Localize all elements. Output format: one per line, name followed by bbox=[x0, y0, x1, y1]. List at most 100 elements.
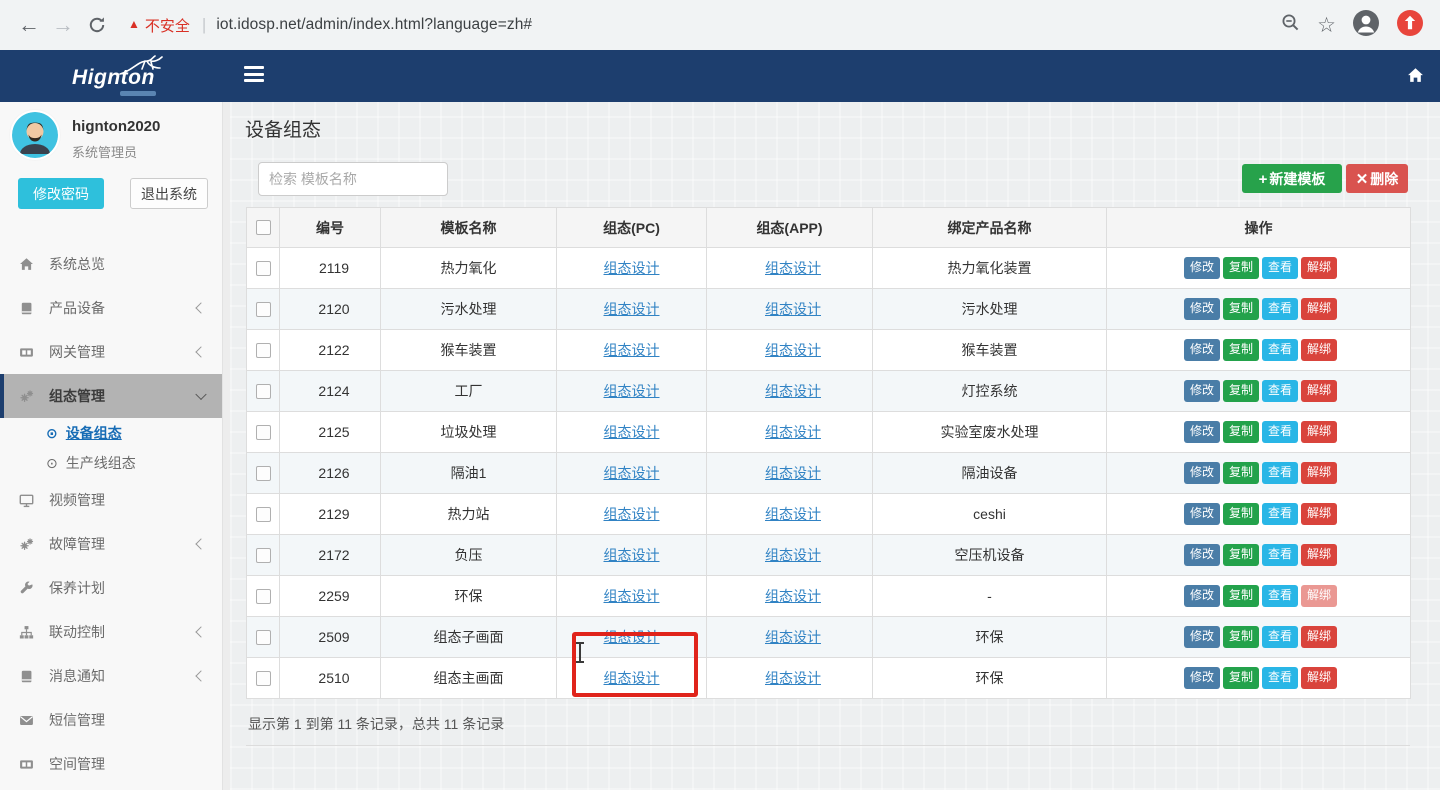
pc-config-link[interactable]: 组态设计 bbox=[604, 260, 660, 276]
pc-config-link[interactable]: 组态设计 bbox=[604, 342, 660, 358]
browser-profile-icon[interactable] bbox=[1352, 9, 1380, 42]
copy-button[interactable]: 复制 bbox=[1223, 585, 1259, 607]
copy-button[interactable]: 复制 bbox=[1223, 462, 1259, 484]
unbind-button[interactable]: 解绑 bbox=[1301, 667, 1337, 689]
delete-button[interactable]: ✕删除 bbox=[1346, 164, 1408, 193]
unbind-button[interactable]: 解绑 bbox=[1301, 503, 1337, 525]
sidebar-subitem-3-0[interactable]: ⊙设备组态 bbox=[0, 418, 222, 448]
sidebar-toggle-icon[interactable] bbox=[244, 66, 264, 86]
home-icon[interactable] bbox=[1407, 67, 1424, 89]
sidebar-item-8[interactable]: 消息通知 bbox=[0, 654, 222, 698]
copy-button[interactable]: 复制 bbox=[1223, 339, 1259, 361]
pc-config-link[interactable]: 组态设计 bbox=[604, 383, 660, 399]
app-config-link[interactable]: 组态设计 bbox=[765, 629, 821, 645]
sidebar-item-0[interactable]: 系统总览 bbox=[0, 242, 222, 286]
edit-button[interactable]: 修改 bbox=[1184, 380, 1220, 402]
security-warning[interactable]: ▲ 不安全 bbox=[128, 15, 190, 36]
app-config-link[interactable]: 组态设计 bbox=[765, 383, 821, 399]
row-checkbox[interactable] bbox=[256, 261, 271, 276]
row-checkbox[interactable] bbox=[256, 589, 271, 604]
row-checkbox[interactable] bbox=[256, 507, 271, 522]
edit-button[interactable]: 修改 bbox=[1184, 544, 1220, 566]
browser-update-icon[interactable] bbox=[1396, 9, 1424, 42]
select-all-checkbox[interactable] bbox=[256, 220, 271, 235]
copy-button[interactable]: 复制 bbox=[1223, 257, 1259, 279]
copy-button[interactable]: 复制 bbox=[1223, 667, 1259, 689]
view-button[interactable]: 查看 bbox=[1262, 339, 1298, 361]
row-checkbox[interactable] bbox=[256, 302, 271, 317]
logout-button[interactable]: 退出系统 bbox=[130, 178, 208, 209]
sidebar-subitem-3-1[interactable]: ⊙生产线组态 bbox=[0, 448, 222, 478]
row-checkbox[interactable] bbox=[256, 425, 271, 440]
sidebar-item-9[interactable]: 短信管理 bbox=[0, 698, 222, 742]
sidebar-item-4[interactable]: 视频管理 bbox=[0, 478, 222, 522]
unbind-button[interactable]: 解绑 bbox=[1301, 626, 1337, 648]
view-button[interactable]: 查看 bbox=[1262, 298, 1298, 320]
pc-config-link[interactable]: 组态设计 bbox=[604, 465, 660, 481]
view-button[interactable]: 查看 bbox=[1262, 380, 1298, 402]
sidebar-item-7[interactable]: 联动控制 bbox=[0, 610, 222, 654]
view-button[interactable]: 查看 bbox=[1262, 626, 1298, 648]
sidebar-item-3[interactable]: 组态管理 bbox=[0, 374, 222, 418]
unbind-button[interactable]: 解绑 bbox=[1301, 462, 1337, 484]
row-checkbox[interactable] bbox=[256, 343, 271, 358]
copy-button[interactable]: 复制 bbox=[1223, 298, 1259, 320]
app-config-link[interactable]: 组态设计 bbox=[765, 342, 821, 358]
edit-button[interactable]: 修改 bbox=[1184, 626, 1220, 648]
sidebar-scrollbar[interactable] bbox=[222, 102, 230, 790]
bookmark-star-icon[interactable]: ☆ bbox=[1317, 15, 1336, 36]
row-checkbox[interactable] bbox=[256, 548, 271, 563]
copy-button[interactable]: 复制 bbox=[1223, 503, 1259, 525]
sidebar-item-10[interactable]: 空间管理 bbox=[0, 742, 222, 786]
browser-forward-icon[interactable]: → bbox=[46, 12, 80, 38]
unbind-button[interactable]: 解绑 bbox=[1301, 585, 1337, 607]
app-config-link[interactable]: 组态设计 bbox=[765, 547, 821, 563]
pc-config-link[interactable]: 组态设计 bbox=[604, 301, 660, 317]
unbind-button[interactable]: 解绑 bbox=[1301, 544, 1337, 566]
edit-button[interactable]: 修改 bbox=[1184, 503, 1220, 525]
view-button[interactable]: 查看 bbox=[1262, 585, 1298, 607]
app-config-link[interactable]: 组态设计 bbox=[765, 588, 821, 604]
unbind-button[interactable]: 解绑 bbox=[1301, 421, 1337, 443]
view-button[interactable]: 查看 bbox=[1262, 462, 1298, 484]
unbind-button[interactable]: 解绑 bbox=[1301, 339, 1337, 361]
pc-config-link[interactable]: 组态设计 bbox=[604, 547, 660, 563]
edit-button[interactable]: 修改 bbox=[1184, 585, 1220, 607]
app-config-link[interactable]: 组态设计 bbox=[765, 301, 821, 317]
pc-config-link[interactable]: 组态设计 bbox=[604, 424, 660, 440]
edit-button[interactable]: 修改 bbox=[1184, 462, 1220, 484]
view-button[interactable]: 查看 bbox=[1262, 667, 1298, 689]
unbind-button[interactable]: 解绑 bbox=[1301, 298, 1337, 320]
change-password-button[interactable]: 修改密码 bbox=[18, 178, 104, 209]
view-button[interactable]: 查看 bbox=[1262, 503, 1298, 525]
edit-button[interactable]: 修改 bbox=[1184, 298, 1220, 320]
copy-button[interactable]: 复制 bbox=[1223, 421, 1259, 443]
edit-button[interactable]: 修改 bbox=[1184, 667, 1220, 689]
pc-config-link[interactable]: 组态设计 bbox=[604, 588, 660, 604]
pc-config-link[interactable]: 组态设计 bbox=[604, 506, 660, 522]
app-config-link[interactable]: 组态设计 bbox=[765, 424, 821, 440]
view-button[interactable]: 查看 bbox=[1262, 421, 1298, 443]
edit-button[interactable]: 修改 bbox=[1184, 339, 1220, 361]
row-checkbox[interactable] bbox=[256, 384, 271, 399]
edit-button[interactable]: 修改 bbox=[1184, 421, 1220, 443]
copy-button[interactable]: 复制 bbox=[1223, 626, 1259, 648]
view-button[interactable]: 查看 bbox=[1262, 544, 1298, 566]
copy-button[interactable]: 复制 bbox=[1223, 544, 1259, 566]
copy-button[interactable]: 复制 bbox=[1223, 380, 1259, 402]
zoom-out-icon[interactable] bbox=[1280, 12, 1301, 38]
unbind-button[interactable]: 解绑 bbox=[1301, 257, 1337, 279]
address-bar[interactable]: iot.idosp.net/admin/index.html?language=… bbox=[216, 16, 1272, 34]
row-checkbox[interactable] bbox=[256, 630, 271, 645]
row-checkbox[interactable] bbox=[256, 466, 271, 481]
sidebar-item-2[interactable]: 网关管理 bbox=[0, 330, 222, 374]
view-button[interactable]: 查看 bbox=[1262, 257, 1298, 279]
browser-back-icon[interactable]: ← bbox=[12, 12, 46, 38]
search-input[interactable] bbox=[258, 162, 448, 196]
sidebar-item-5[interactable]: 故障管理 bbox=[0, 522, 222, 566]
unbind-button[interactable]: 解绑 bbox=[1301, 380, 1337, 402]
sidebar-item-1[interactable]: 产品设备 bbox=[0, 286, 222, 330]
app-config-link[interactable]: 组态设计 bbox=[765, 260, 821, 276]
app-config-link[interactable]: 组态设计 bbox=[765, 670, 821, 686]
edit-button[interactable]: 修改 bbox=[1184, 257, 1220, 279]
